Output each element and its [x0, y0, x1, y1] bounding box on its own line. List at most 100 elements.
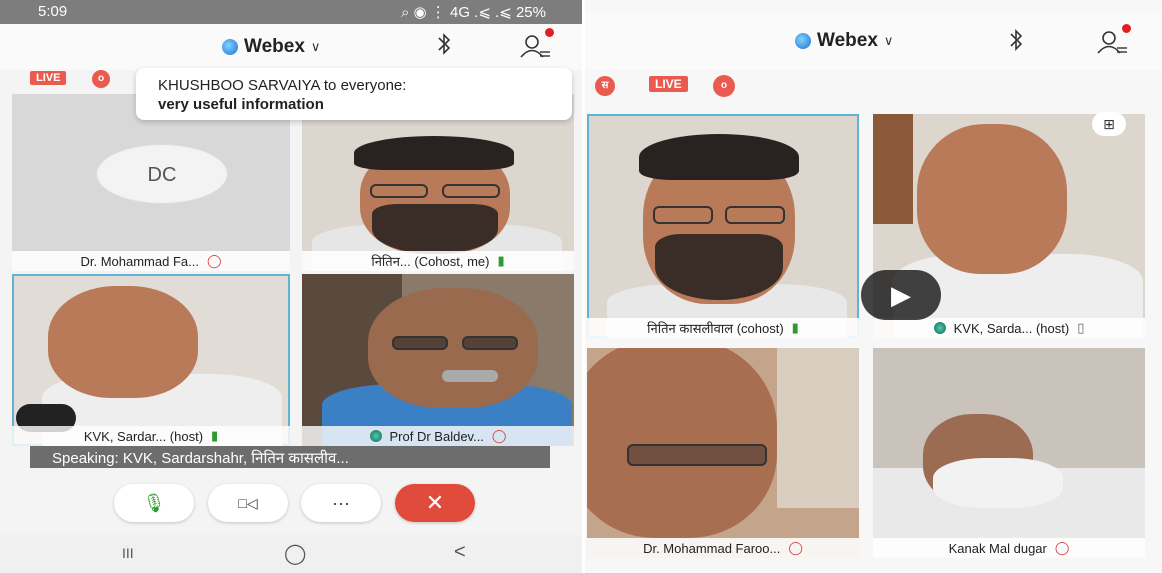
participant-name: Kanak Mal dugar — [948, 540, 1047, 556]
close-icon: ✕ — [425, 490, 445, 515]
participant-tile[interactable]: DC Dr. Mohammad Fa... ◯ — [12, 94, 290, 271]
participant-caption: नितिन... (Cohost, me) ▮ — [302, 251, 574, 271]
participant-name: Dr. Mohammad Faroo... — [643, 540, 781, 556]
glasses — [370, 184, 428, 198]
webex-device-icon — [369, 430, 382, 442]
glasses — [392, 336, 448, 350]
meeting-header: Webex ∨ — [585, 12, 1162, 70]
participant-tile[interactable]: नितिन... (Cohost, me) ▮ — [302, 94, 574, 271]
glasses — [627, 444, 767, 466]
hair — [354, 136, 514, 170]
notification-dot — [545, 28, 554, 37]
moustache — [442, 370, 498, 382]
microphone-icon: 🎙 — [142, 493, 166, 513]
beard — [933, 458, 1063, 508]
more-icon: ··· — [332, 493, 350, 513]
play-icon: ▶ — [891, 280, 911, 310]
status-icons: ⌕ ◉ ⋮ 4G .⩽ .⩽ 25% — [401, 3, 546, 21]
participant-name: नितिन... (Cohost, me) — [371, 254, 490, 269]
participant-tile[interactable]: KVK, Sardar... (host) ▮ — [12, 274, 290, 446]
glasses — [725, 206, 785, 224]
live-badge: LIVE — [649, 76, 688, 92]
mute-button[interactable]: 🎙 — [114, 484, 194, 522]
webex-logo-icon — [222, 39, 238, 55]
video-camera-icon: □◁ — [238, 495, 258, 511]
participant-caption: KVK, Sardar... (host) ▮ — [12, 426, 290, 446]
home-button[interactable]: ◯ — [284, 541, 306, 566]
lock-badge: स — [595, 76, 615, 96]
notification-dot — [1122, 24, 1131, 33]
android-nav-bar: III ◯ < — [0, 535, 582, 573]
play-button[interactable]: ▶ — [861, 270, 941, 320]
glasses — [442, 184, 500, 198]
recording-indicator: o — [713, 75, 735, 97]
chat-sender: KHUSHBOO SARVAIYA to everyone: — [158, 77, 407, 94]
webex-title: Webex — [244, 36, 305, 57]
layout-grid-button[interactable]: ⊞ — [1092, 112, 1126, 136]
participant-tile[interactable]: Kanak Mal dugar ◯ — [873, 348, 1145, 558]
video-button[interactable]: □◁ — [208, 484, 288, 522]
beard — [372, 204, 498, 254]
bluetooth-icon[interactable] — [436, 32, 452, 62]
right-phone-screen: Webex ∨ स LIVE o नितिन कासलीवाल (cohost)… — [585, 0, 1162, 573]
background-wall — [777, 348, 859, 508]
participant-name: Prof Dr Baldev... — [389, 428, 484, 444]
beard — [655, 234, 783, 300]
battery-level: 25% — [515, 4, 546, 21]
participant-caption: Dr. Mohammad Faroo... ◯ — [587, 538, 859, 558]
participant-caption: नितिन कासलीवाल (cohost) ▮ — [587, 318, 859, 338]
participant-name: नितिन कासलीवाल (cohost) — [647, 321, 784, 336]
participant-caption: Kanak Mal dugar ◯ — [873, 538, 1145, 558]
participant-name: KVK, Sardar... (host) — [83, 428, 204, 444]
participant-tile[interactable]: नितिन कासलीवाल (cohost) ▮ — [587, 114, 859, 338]
mic-icon: ▮ — [791, 320, 799, 335]
bluetooth-icon[interactable] — [1008, 28, 1024, 58]
webex-device-icon — [933, 322, 946, 334]
participant-tile[interactable]: Prof Dr Baldev... ◯ — [302, 274, 574, 446]
participants-icon[interactable] — [1095, 24, 1131, 56]
avatar: DC — [96, 144, 228, 204]
meeting-header: Webex ∨ — [0, 24, 582, 70]
mic-muted-icon: ◯ — [1054, 540, 1070, 555]
webex-menu[interactable]: Webex ∨ — [222, 36, 320, 58]
participant-caption: Dr. Mohammad Fa... ◯ — [12, 251, 290, 271]
status-bar: 5:09 ⌕ ◉ ⋮ 4G .⩽ .⩽ 25% — [0, 0, 582, 24]
speaking-banner: Speaking: KVK, Sardarshahr, नितिन कासलीव… — [30, 446, 550, 468]
webex-menu[interactable]: Webex ∨ — [795, 30, 893, 52]
recent-apps-button[interactable]: III — [122, 545, 134, 561]
participant-tile[interactable]: Dr. Mohammad Faroo... ◯ — [587, 348, 859, 558]
signal-icons: ⌕ ◉ ⋮ 4G .⩽ .⩽ — [400, 4, 512, 21]
face — [587, 348, 777, 538]
participant-name: KVK, Sarda... (host) — [953, 320, 1070, 336]
chat-message: very useful information — [158, 96, 324, 113]
participant-name: Dr. Mohammad Fa... — [80, 253, 199, 269]
hair — [639, 134, 799, 180]
face — [917, 124, 1067, 274]
more-options-button[interactable]: ··· — [301, 484, 381, 522]
left-phone-screen: 5:09 ⌕ ◉ ⋮ 4G .⩽ .⩽ 25% Webex ∨ LIVE o D… — [0, 0, 582, 573]
glasses — [462, 336, 518, 350]
mic-muted-icon: ◯ — [206, 253, 222, 268]
glasses — [653, 206, 713, 224]
live-badge: LIVE — [30, 71, 67, 85]
end-call-button[interactable]: ✕ — [395, 484, 475, 522]
grid-icon: ⊞ — [1103, 116, 1115, 132]
participant-caption: Prof Dr Baldev... ◯ — [302, 426, 574, 446]
webex-title: Webex — [817, 30, 878, 51]
mic-icon: ▯ — [1077, 320, 1085, 335]
mic-icon: ▮ — [211, 428, 219, 443]
chevron-down-icon: ∨ — [310, 39, 321, 54]
participant-caption: KVK, Sarda... (host) ▯ — [873, 318, 1145, 338]
mic-muted-icon: ◯ — [788, 540, 803, 555]
background-door — [873, 114, 913, 224]
chevron-down-icon: ∨ — [883, 33, 894, 48]
back-button[interactable]: < — [454, 541, 466, 564]
webex-logo-icon — [795, 33, 811, 49]
chat-notification[interactable]: KHUSHBOO SARVAIYA to everyone: very usef… — [136, 68, 572, 120]
mic-muted-icon: ◯ — [491, 428, 507, 443]
participants-icon[interactable] — [518, 28, 554, 60]
mic-icon: ▮ — [497, 253, 505, 268]
status-time: 5:09 — [38, 3, 68, 20]
face — [48, 286, 198, 398]
recording-indicator: o — [92, 70, 110, 88]
